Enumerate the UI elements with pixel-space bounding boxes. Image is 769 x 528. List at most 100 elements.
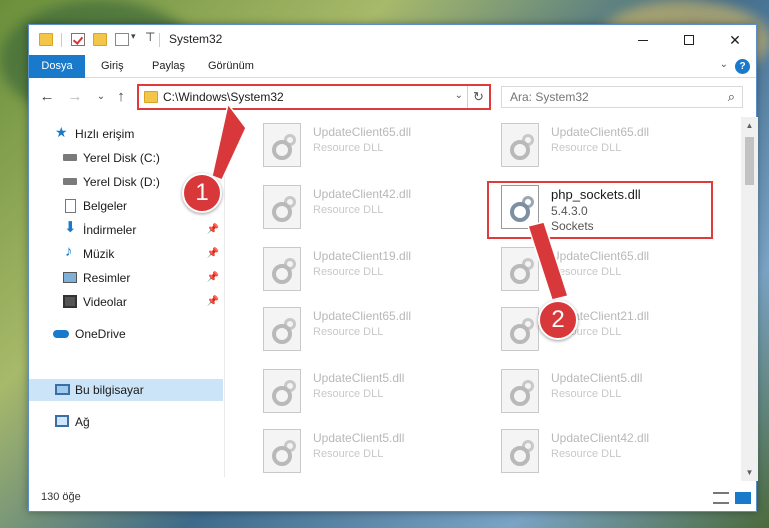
sidebar-item-quick-access[interactable]: ★ Hızlı erişim — [29, 123, 225, 145]
sidebar-item-label: Resimler — [83, 271, 131, 285]
tab-gorunum[interactable]: Görünüm — [196, 55, 266, 78]
list-item[interactable]: UpdateClient5.dll Resource DLL — [483, 363, 713, 417]
file-description: Resource DLL — [551, 142, 622, 154]
chevron-down-icon[interactable]: ⌄ — [455, 90, 463, 101]
sidebar-item-label: Hızlı erişim — [75, 127, 135, 141]
document-icon — [65, 199, 76, 213]
customize-icon[interactable] — [115, 33, 129, 46]
file-list: UpdateClient65.dll Resource DLL UpdateCl… — [229, 117, 743, 481]
sidebar-item-label: Ağ — [75, 415, 90, 429]
folder-icon — [144, 91, 158, 103]
sidebar-item-videolar[interactable]: Videolar 📌 — [29, 291, 225, 313]
drive-icon — [63, 154, 77, 161]
file-description: Resource DLL — [313, 266, 384, 278]
computer-icon — [55, 384, 70, 395]
scroll-thumb[interactable] — [745, 137, 754, 185]
window-title: System32 — [169, 32, 223, 46]
sidebar-item-label: Videolar — [83, 295, 127, 309]
dll-file-icon — [263, 247, 301, 291]
dll-file-icon — [263, 429, 301, 473]
list-item[interactable]: UpdateClient42.dll Resource DLL — [245, 179, 475, 233]
list-item[interactable]: UpdateClient65.dll Resource DLL — [483, 117, 713, 171]
forward-button[interactable]: → — [65, 87, 85, 107]
properties-icon[interactable] — [71, 33, 85, 46]
search-box[interactable]: ⌕ — [501, 86, 743, 108]
download-icon: ⬇ — [64, 219, 77, 236]
sidebar-item-indirmeler[interactable]: ⬇ İndirmeler 📌 — [29, 219, 225, 241]
recent-locations-button[interactable]: ⌄ — [91, 87, 111, 107]
back-button[interactable]: ← — [37, 87, 57, 107]
pin-icon[interactable]: 📌 — [207, 219, 219, 241]
chevron-down-icon[interactable]: ⌄ — [720, 59, 728, 70]
file-highlight-box — [487, 181, 713, 239]
status-bar: 130 öğe — [29, 485, 756, 511]
sidebar-item-onedrive[interactable]: OneDrive — [29, 323, 225, 345]
video-icon — [63, 295, 77, 308]
title-bar: ▾ ⊤ System32 ✕ — [29, 25, 756, 55]
navigation-bar: ← → ⌄ ↑ C:\Windows\System32 ⌄ ↻ ⌕ — [29, 81, 756, 113]
file-name: UpdateClient65.dll — [551, 125, 650, 139]
pin-icon[interactable]: 📌 — [207, 243, 219, 265]
sidebar-item-label: İndirmeler — [83, 223, 137, 237]
tab-giris[interactable]: Giriş — [89, 55, 136, 78]
list-item[interactable]: UpdateClient42.dll Resource DLL — [483, 423, 713, 477]
sidebar-item-label: OneDrive — [75, 327, 126, 341]
quick-access-dropdown-icon[interactable]: ⊤ — [145, 30, 155, 44]
address-bar[interactable]: C:\Windows\System32 ⌄ ↻ — [137, 84, 491, 110]
file-name: UpdateClient65.dll — [313, 309, 412, 323]
list-item[interactable]: UpdateClient65.dll Resource DLL — [245, 301, 475, 355]
list-item[interactable]: UpdateClient5.dll Resource DLL — [245, 423, 475, 477]
file-name: UpdateClient65.dll — [313, 125, 412, 139]
sidebar-item-ag[interactable]: Ağ — [29, 411, 225, 433]
folder-icon — [39, 33, 53, 46]
tab-dosya[interactable]: Dosya — [29, 55, 85, 78]
list-item[interactable]: UpdateClient5.dll Resource DLL — [245, 363, 475, 417]
refresh-button[interactable]: ↻ — [467, 86, 489, 108]
separator — [61, 33, 62, 47]
sidebar-item-muzik[interactable]: ♪ Müzik 📌 — [29, 243, 225, 265]
help-icon[interactable]: ? — [735, 59, 750, 74]
dll-file-icon — [263, 185, 301, 229]
search-input[interactable] — [502, 87, 712, 107]
sidebar-item-local-disk-c[interactable]: Yerel Disk (C:) — [29, 147, 225, 169]
sidebar-item-bu-bilgisayar[interactable]: Bu bilgisayar — [29, 379, 223, 401]
list-item[interactable]: UpdateClient65.dll Resource DLL — [245, 117, 475, 171]
file-name: UpdateClient19.dll — [313, 249, 412, 263]
vertical-scrollbar[interactable]: ▲ ▼ — [741, 117, 758, 481]
maximize-button[interactable] — [666, 25, 712, 55]
dll-file-icon — [263, 123, 301, 167]
close-button[interactable]: ✕ — [712, 25, 758, 55]
dll-file-icon — [501, 307, 539, 351]
tiles-view-icon[interactable] — [735, 492, 751, 504]
pin-icon[interactable]: 📌 — [207, 267, 219, 289]
new-folder-icon[interactable] — [93, 33, 107, 46]
close-icon: ✕ — [729, 31, 741, 48]
list-item[interactable]: UpdateClient19.dll Resource DLL — [245, 241, 475, 295]
ribbon-tabs: Dosya Giriş Paylaş Görünüm ⌄ ? — [29, 55, 756, 78]
music-icon: ♪ — [65, 243, 73, 260]
pin-icon[interactable]: 📌 — [207, 291, 219, 313]
list-item[interactable]: UpdateClient21.dll Resource DLL — [483, 301, 713, 355]
scroll-down-icon[interactable]: ▼ — [741, 464, 758, 481]
file-description: Resource DLL — [551, 266, 622, 278]
sidebar-item-label: Müzik — [83, 247, 115, 261]
dll-file-icon — [263, 307, 301, 351]
chevron-down-icon[interactable]: ▾ — [131, 31, 136, 42]
navigation-pane: ★ Hızlı erişim Yerel Disk (C:) Yerel Dis… — [29, 117, 225, 477]
minimize-button[interactable] — [620, 25, 666, 55]
address-path[interactable]: C:\Windows\System32 — [163, 90, 284, 104]
up-button[interactable]: ↑ — [111, 87, 131, 107]
scroll-up-icon[interactable]: ▲ — [741, 117, 758, 134]
cloud-icon — [53, 330, 69, 338]
sidebar-item-resimler[interactable]: Resimler 📌 — [29, 267, 225, 289]
minimize-icon — [638, 39, 648, 41]
arrow-left-icon: ← — [39, 88, 55, 105]
explorer-window: ▾ ⊤ System32 ✕ Dosya Giriş Paylaş Görünü… — [28, 24, 758, 512]
refresh-icon: ↻ — [473, 89, 484, 104]
tab-paylas[interactable]: Paylaş — [140, 55, 197, 78]
star-icon: ★ — [55, 124, 68, 140]
list-item[interactable]: UpdateClient65.dll Resource DLL — [483, 241, 713, 295]
file-description: Resource DLL — [313, 326, 384, 338]
details-view-icon[interactable] — [713, 492, 729, 504]
file-description: Resource DLL — [551, 448, 622, 460]
